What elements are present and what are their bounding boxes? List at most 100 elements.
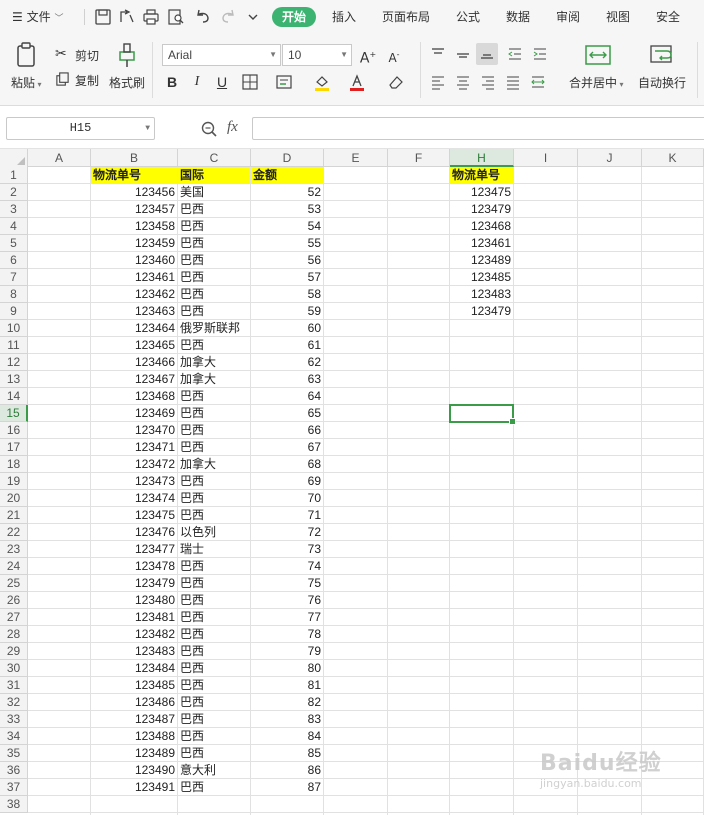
cell-country[interactable]: 俄罗斯联邦 xyxy=(178,320,250,336)
row-header-11[interactable]: 11 xyxy=(0,337,28,354)
cell-tracking-number[interactable]: 123478 xyxy=(91,558,177,574)
cell-country[interactable]: 巴西 xyxy=(178,252,250,268)
cell-lookup-tracking-number[interactable]: 123475 xyxy=(450,184,513,200)
cell-amount[interactable]: 79 xyxy=(251,643,323,659)
cell-amount[interactable]: 58 xyxy=(251,286,323,302)
cell-country[interactable]: 美国 xyxy=(178,184,250,200)
tab-insert[interactable]: 插入 xyxy=(332,0,356,34)
tab-view[interactable]: 视图 xyxy=(606,0,630,34)
row-header-34[interactable]: 34 xyxy=(0,728,28,745)
cell-country[interactable]: 巴西 xyxy=(178,201,250,217)
row-header-35[interactable]: 35 xyxy=(0,745,28,762)
row-header-32[interactable]: 32 xyxy=(0,694,28,711)
row-header-24[interactable]: 24 xyxy=(0,558,28,575)
row-header-8[interactable]: 8 xyxy=(0,286,28,303)
column-header-j[interactable]: J xyxy=(578,149,642,167)
cell-tracking-number[interactable]: 123470 xyxy=(91,422,177,438)
column-header-k[interactable]: K xyxy=(642,149,704,167)
cell-tracking-number[interactable]: 123490 xyxy=(91,762,177,778)
cell-country[interactable]: 巴西 xyxy=(178,303,250,319)
cell-amount[interactable]: 81 xyxy=(251,677,323,693)
cell-tracking-number[interactable]: 123484 xyxy=(91,660,177,676)
row-header-5[interactable]: 5 xyxy=(0,235,28,252)
cell-country[interactable]: 巴西 xyxy=(178,626,250,642)
name-box[interactable]: H15 ▼ xyxy=(6,117,155,140)
row-header-13[interactable]: 13 xyxy=(0,371,28,388)
cell-amount[interactable]: 67 xyxy=(251,439,323,455)
cell-country[interactable]: 以色列 xyxy=(178,524,250,540)
cell-country[interactable]: 巴西 xyxy=(178,728,250,744)
row-header-19[interactable]: 19 xyxy=(0,473,28,490)
cell-amount[interactable]: 78 xyxy=(251,626,323,642)
column-header-f[interactable]: F xyxy=(388,149,450,167)
cell-amount[interactable]: 54 xyxy=(251,218,323,234)
cell-lookup-tracking-number[interactable]: 123461 xyxy=(450,235,513,251)
zoom-icon[interactable] xyxy=(200,120,218,138)
cell-amount[interactable]: 85 xyxy=(251,745,323,761)
cell-country[interactable]: 巴西 xyxy=(178,286,250,302)
cell-country[interactable]: 加拿大 xyxy=(178,456,250,472)
align-top-icon[interactable] xyxy=(428,44,448,64)
row-header-3[interactable]: 3 xyxy=(0,201,28,218)
cell-tracking-number[interactable]: 123468 xyxy=(91,388,177,404)
cell-tracking-number[interactable]: 123459 xyxy=(91,235,177,251)
paste-button[interactable] xyxy=(12,40,42,70)
export-icon[interactable] xyxy=(117,7,137,27)
cell-amount[interactable]: 61 xyxy=(251,337,323,353)
print-preview-icon[interactable] xyxy=(166,7,186,27)
decrease-font-size-icon[interactable]: A- xyxy=(384,45,404,65)
row-header-12[interactable]: 12 xyxy=(0,354,28,371)
cell-amount[interactable]: 65 xyxy=(251,405,323,421)
cell-tracking-number[interactable]: 123488 xyxy=(91,728,177,744)
cell-amount[interactable]: 60 xyxy=(251,320,323,336)
cell-area[interactable]: 物流单号 国际 金额 物流单号 123456 美国 52 123457 巴西 53 123458 巴西… xyxy=(28,167,704,815)
cell-amount[interactable]: 62 xyxy=(251,354,323,370)
row-header-14[interactable]: 14 xyxy=(0,388,28,405)
column-header-c[interactable]: C xyxy=(178,149,251,167)
cell-tracking-number[interactable]: 123491 xyxy=(91,779,177,795)
row-header-33[interactable]: 33 xyxy=(0,711,28,728)
row-header-27[interactable]: 27 xyxy=(0,609,28,626)
cell-lookup-tracking-number[interactable]: 123468 xyxy=(450,218,513,234)
align-middle-icon[interactable] xyxy=(453,44,473,64)
cell-lookup-tracking-number[interactable]: 123479 xyxy=(450,201,513,217)
bold-icon[interactable]: B xyxy=(162,72,182,92)
cell-tracking-number[interactable]: 123465 xyxy=(91,337,177,353)
formula-input[interactable] xyxy=(252,117,704,140)
distributed-align-icon[interactable] xyxy=(528,72,548,92)
row-header-9[interactable]: 9 xyxy=(0,303,28,320)
tab-review[interactable]: 审阅 xyxy=(556,0,580,34)
cell-amount[interactable]: 64 xyxy=(251,388,323,404)
select-all-corner[interactable] xyxy=(0,149,28,167)
cell-tracking-number[interactable]: 123462 xyxy=(91,286,177,302)
row-header-1[interactable]: 1 xyxy=(0,167,28,184)
cell-tracking-number[interactable]: 123489 xyxy=(91,745,177,761)
cell-lookup-tracking-number[interactable]: 123479 xyxy=(450,303,513,319)
cell-amount[interactable]: 70 xyxy=(251,490,323,506)
merge-center-icon[interactable] xyxy=(584,43,612,67)
cell-tracking-number[interactable]: 123463 xyxy=(91,303,177,319)
row-header-29[interactable]: 29 xyxy=(0,643,28,660)
save-icon[interactable] xyxy=(93,7,113,27)
cell-lookup-tracking-number[interactable]: 123485 xyxy=(450,269,513,285)
cell-amount[interactable]: 76 xyxy=(251,592,323,608)
cell-tracking-number[interactable]: 123466 xyxy=(91,354,177,370)
header-cell-h1[interactable]: 物流单号 xyxy=(450,167,513,183)
cell-tracking-number[interactable]: 123475 xyxy=(91,507,177,523)
row-header-25[interactable]: 25 xyxy=(0,575,28,592)
cell-country[interactable]: 巴西 xyxy=(178,218,250,234)
cell-country[interactable]: 巴西 xyxy=(178,235,250,251)
cell-amount[interactable]: 53 xyxy=(251,201,323,217)
row-header-38[interactable]: 38 xyxy=(0,796,28,813)
tab-security[interactable]: 安全 xyxy=(656,0,680,34)
header-cell-b1[interactable]: 物流单号 xyxy=(91,167,177,183)
row-header-4[interactable]: 4 xyxy=(0,218,28,235)
cell-country[interactable]: 巴西 xyxy=(178,745,250,761)
row-header-37[interactable]: 37 xyxy=(0,779,28,796)
fx-button[interactable]: fx xyxy=(227,119,238,136)
cell-country[interactable]: 巴西 xyxy=(178,558,250,574)
cell-country[interactable]: 巴西 xyxy=(178,337,250,353)
row-header-28[interactable]: 28 xyxy=(0,626,28,643)
cell-amount[interactable]: 69 xyxy=(251,473,323,489)
row-header-23[interactable]: 23 xyxy=(0,541,28,558)
